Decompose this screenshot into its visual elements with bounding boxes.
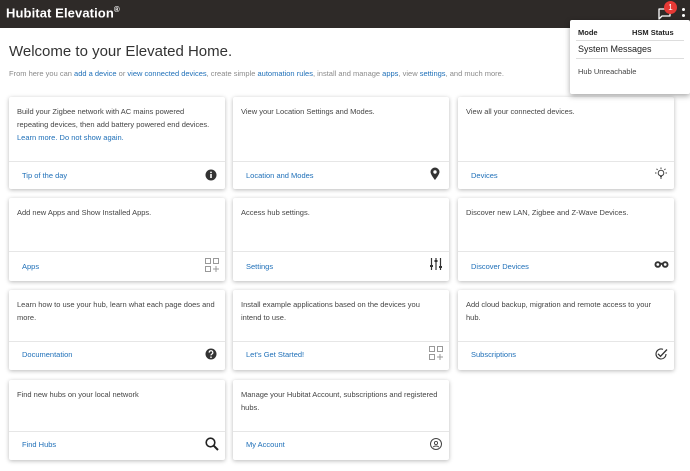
discover-devices-link[interactable]: Discover Devices [471, 262, 529, 271]
discover-description: Discover new LAN, Zigbee and Z-Wave Devi… [466, 208, 629, 217]
documentation-link[interactable]: Documentation [22, 350, 72, 359]
find-hubs-card[interactable]: Find new hubs on your local network Find… [9, 380, 225, 460]
app-brand[interactable]: Hubitat Elevation® [6, 5, 120, 20]
devices-description: View all your connected devices. [466, 107, 575, 116]
add-device-link[interactable]: add a device [74, 69, 117, 78]
location-card[interactable]: View your Location Settings and Modes. L… [233, 97, 449, 189]
intro-text-part: , create simple [206, 69, 258, 78]
tip-description: Build your Zigbee network with AC mains … [17, 107, 210, 142]
apps-link[interactable]: apps [382, 69, 398, 78]
devices-card[interactable]: View all your connected devices. Devices [458, 97, 674, 189]
map-pin-icon [429, 167, 445, 183]
apps-grid-icon [429, 346, 445, 362]
intro-text-part: , install and manage [312, 69, 383, 78]
info-icon [205, 169, 221, 185]
subscriptions-description: Add cloud backup, migration and remote a… [466, 300, 652, 322]
apps-description: Add new Apps and Show Installed Apps. [17, 208, 152, 217]
apps-grid-icon [205, 258, 221, 274]
intro-text-part: or [116, 69, 128, 78]
tip-card: Build your Zigbee network with AC mains … [9, 97, 225, 189]
divider [576, 40, 684, 41]
binoculars-icon [654, 259, 670, 275]
get-started-description: Install example applications based on th… [241, 300, 420, 322]
intro-text-part: , view [398, 69, 420, 78]
my-account-description: Manage your Hubitat Account, subscriptio… [241, 390, 438, 412]
subscriptions-card[interactable]: Add cloud backup, migration and remote a… [458, 290, 674, 370]
my-account-link[interactable]: My Account [246, 440, 285, 449]
location-and-modes-link[interactable]: Location and Modes [246, 171, 314, 180]
discover-card[interactable]: Discover new LAN, Zigbee and Z-Wave Devi… [458, 198, 674, 281]
automation-rules-link[interactable]: automation rules [258, 69, 313, 78]
settings-description: Access hub settings. [241, 208, 310, 217]
documentation-description: Learn how to use your hub, learn what ea… [17, 300, 215, 322]
system-messages-title: System Messages [578, 44, 652, 54]
settings-card[interactable]: Access hub settings. Settings [233, 198, 449, 281]
sliders-icon [429, 257, 445, 273]
devices-link[interactable]: Devices [471, 171, 498, 180]
get-started-card[interactable]: Install example applications based on th… [233, 290, 449, 370]
intro-text: From here you can add a device or view c… [9, 69, 504, 78]
location-description: View your Location Settings and Modes. [241, 107, 375, 116]
my-account-card[interactable]: Manage your Hubitat Account, subscriptio… [233, 380, 449, 460]
account-icon [429, 437, 445, 453]
find-hubs-link[interactable]: Find Hubs [22, 440, 56, 449]
subscriptions-link[interactable]: Subscriptions [471, 350, 516, 359]
tip-of-the-day-link[interactable]: Tip of the day [22, 171, 67, 180]
system-message-item[interactable]: Hub Unreachable [578, 67, 636, 76]
intro-text-part: , and much more. [445, 69, 504, 78]
learn-more-link[interactable]: Learn more. [17, 133, 57, 142]
notifications-dropdown: Mode HSM Status System Messages Hub Unre… [570, 20, 690, 94]
apps-card[interactable]: Add new Apps and Show Installed Apps. Ap… [9, 198, 225, 281]
hsm-status-header: HSM Status [632, 28, 674, 37]
apps-nav-link[interactable]: Apps [22, 262, 39, 271]
divider [576, 58, 684, 59]
settings-nav-link[interactable]: Settings [246, 262, 273, 271]
settings-link[interactable]: settings [420, 69, 446, 78]
do-not-show-link[interactable]: Do not show again. [60, 133, 124, 142]
page-title: Welcome to your Elevated Home. [9, 43, 233, 60]
mode-header: Mode [578, 28, 598, 37]
lightbulb-icon [654, 167, 670, 183]
view-devices-link[interactable]: view connected devices [127, 69, 206, 78]
notification-badge: 1 [664, 1, 677, 14]
intro-text-part: From here you can [9, 69, 75, 78]
search-icon [205, 437, 221, 453]
get-started-link[interactable]: Let's Get Started! [246, 350, 304, 359]
help-circle-icon [205, 348, 221, 364]
check-circle-icon [654, 347, 670, 363]
find-hubs-description: Find new hubs on your local network [17, 390, 139, 399]
documentation-card[interactable]: Learn how to use your hub, learn what ea… [9, 290, 225, 370]
